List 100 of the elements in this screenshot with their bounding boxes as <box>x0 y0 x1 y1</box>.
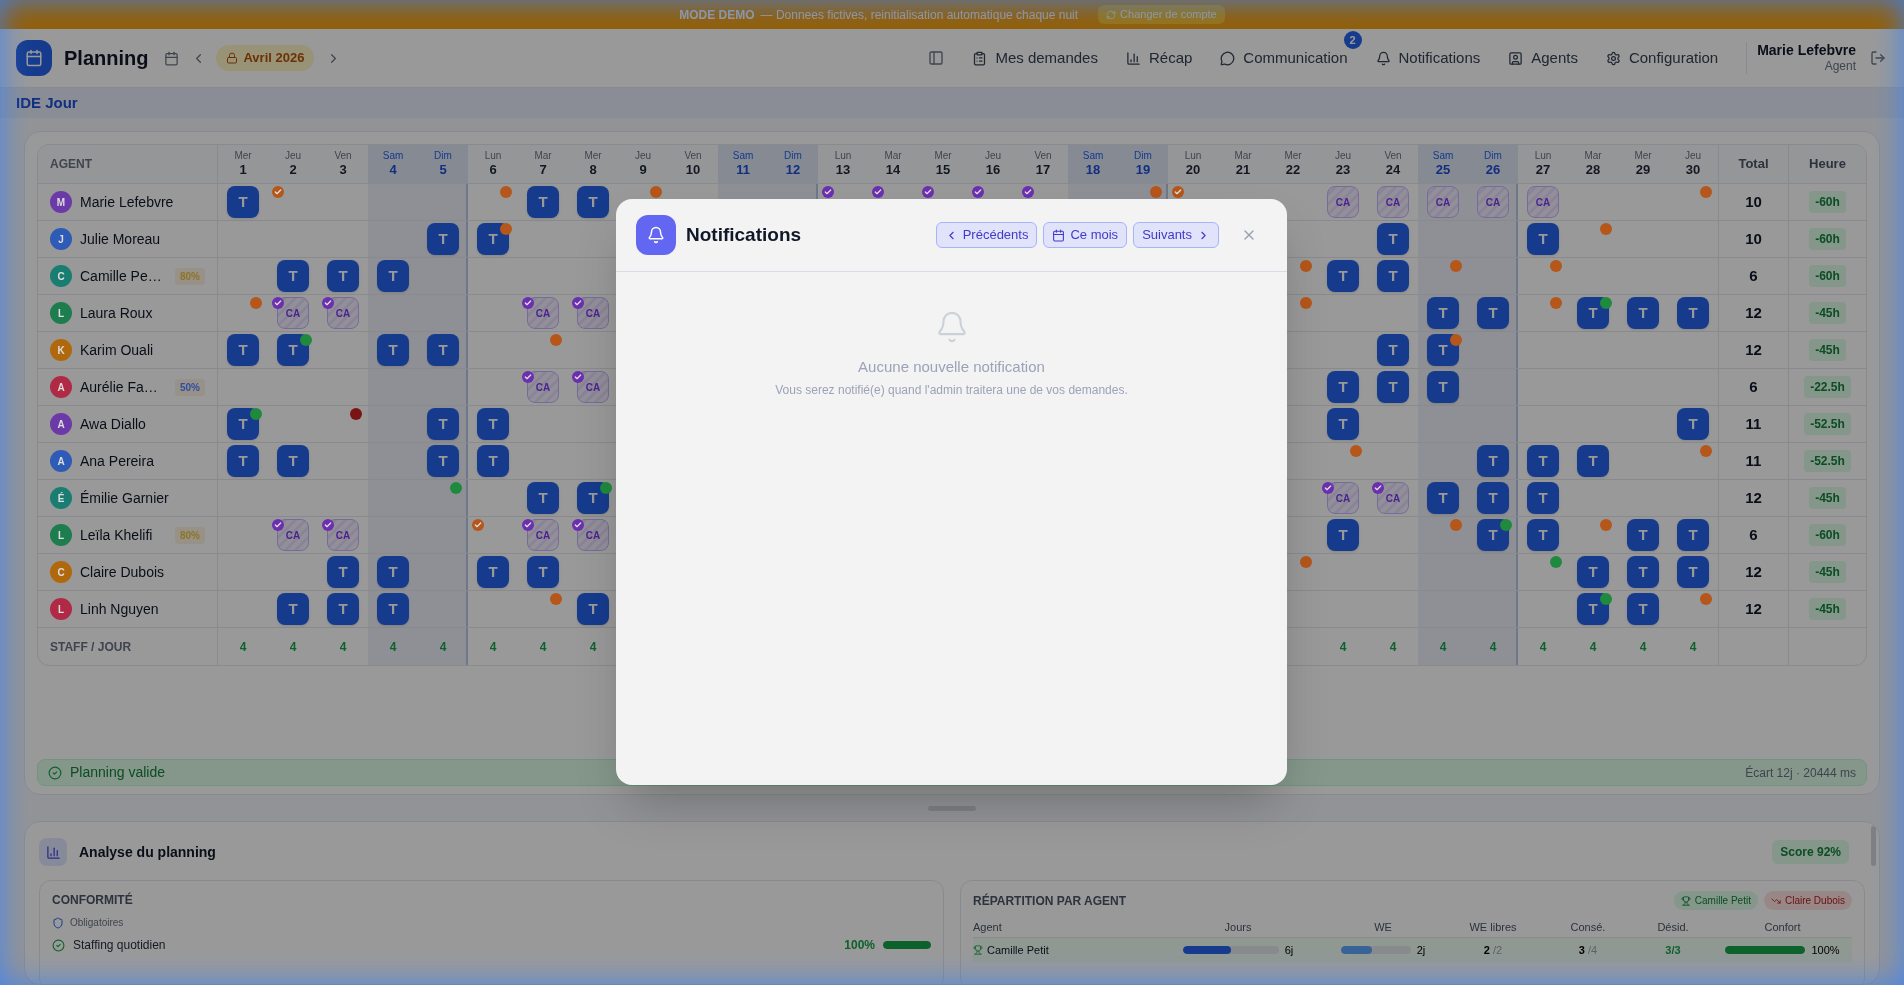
leave-chip[interactable]: CA <box>327 297 359 329</box>
leave-chip[interactable]: CA <box>527 519 559 551</box>
shift-chip[interactable]: T <box>277 445 309 477</box>
shift-chip[interactable]: T <box>1627 297 1659 329</box>
shift-chip[interactable]: T <box>1677 556 1709 588</box>
shift-chip[interactable]: T <box>1577 556 1609 588</box>
nav-link[interactable]: Mes demandes <box>972 46 1098 70</box>
shift-chip[interactable]: T <box>477 445 509 477</box>
leave-chip[interactable]: CA <box>577 519 609 551</box>
agent-name: Ana Pereira <box>80 451 154 471</box>
shift-chip[interactable]: T <box>427 408 459 440</box>
leave-chip[interactable]: CA <box>277 297 309 329</box>
leave-chip[interactable]: CA <box>1427 186 1459 218</box>
day-number: 9 <box>639 162 647 179</box>
leave-chip[interactable]: CA <box>1327 482 1359 514</box>
shift-chip[interactable]: T <box>1527 445 1559 477</box>
shift-chip[interactable]: T <box>277 260 309 292</box>
shift-chip[interactable]: T <box>1377 371 1409 403</box>
shift-chip[interactable]: T <box>1527 482 1559 514</box>
shift-chip[interactable]: T <box>577 593 609 625</box>
shift-chip[interactable]: T <box>1677 519 1709 551</box>
shift-chip[interactable]: T <box>1377 334 1409 366</box>
shift-chip[interactable]: T <box>1577 445 1609 477</box>
shift-chip[interactable]: T <box>1477 445 1509 477</box>
banner-message: — Donnees fictives, reinitialisation automatique chaque nuit <box>760 6 1079 24</box>
month-pill[interactable]: Avril 2026 <box>216 45 315 71</box>
card-title: CONFORMITÉ <box>52 891 134 909</box>
shift-chip[interactable]: T <box>377 556 409 588</box>
avatar: L <box>50 302 72 324</box>
weekday-label: Sam <box>382 149 404 163</box>
section-title: Analyse du planning <box>79 842 216 862</box>
shift-chip[interactable]: T <box>1527 519 1559 551</box>
leave-chip[interactable]: CA <box>1477 186 1509 218</box>
column-heading: AGENT <box>50 156 92 173</box>
shift-chip[interactable]: T <box>377 593 409 625</box>
shift-chip[interactable]: T <box>227 445 259 477</box>
shift-chip[interactable]: T <box>1427 297 1459 329</box>
period-button[interactable]: Suivants <box>1133 222 1219 248</box>
shift-chip[interactable]: T <box>277 593 309 625</box>
day-number: 25 <box>1435 162 1451 179</box>
shift-chip[interactable]: T <box>527 186 559 218</box>
shift-chip[interactable]: T <box>1477 482 1509 514</box>
leave-chip[interactable]: CA <box>1527 186 1559 218</box>
status-detail: Écart 12j · 20444 ms <box>1745 764 1856 782</box>
shift-chip[interactable]: T <box>1477 519 1509 551</box>
period-button[interactable]: Précédents <box>935 222 1038 248</box>
shift-chip[interactable]: T <box>1677 297 1709 329</box>
shift-chip[interactable]: T <box>427 445 459 477</box>
leave-chip[interactable]: CA <box>1377 186 1409 218</box>
shift-chip[interactable]: T <box>1327 408 1359 440</box>
shift-chip[interactable]: T <box>377 260 409 292</box>
nav-link[interactable]: Configuration <box>1605 46 1719 70</box>
leave-chip[interactable]: CA <box>527 371 559 403</box>
day-number: 11 <box>736 162 750 179</box>
leave-chip[interactable]: CA <box>1377 482 1409 514</box>
leave-chip[interactable]: CA <box>327 519 359 551</box>
shift-chip[interactable]: T <box>227 334 259 366</box>
leave-chip[interactable]: CA <box>577 297 609 329</box>
weekday-label: Dim <box>1484 149 1502 163</box>
leave-chip[interactable]: CA <box>577 371 609 403</box>
shift-chip[interactable]: T <box>527 556 559 588</box>
shift-chip[interactable]: T <box>1327 371 1359 403</box>
shift-chip[interactable]: T <box>227 186 259 218</box>
shift-chip[interactable]: T <box>1627 556 1659 588</box>
shift-chip[interactable]: T <box>477 408 509 440</box>
shift-chip[interactable]: T <box>1477 297 1509 329</box>
weekday-label: Mar <box>534 149 552 163</box>
shift-chip[interactable]: T <box>477 556 509 588</box>
rate-tag: 80% <box>175 526 205 544</box>
agent-name: Émilie Garnier <box>80 488 169 508</box>
shift-chip[interactable]: T <box>1327 260 1359 292</box>
shift-chip[interactable]: T <box>377 334 409 366</box>
staff-count: 4 <box>1339 638 1347 656</box>
leave-chip[interactable]: CA <box>277 519 309 551</box>
shift-chip[interactable]: T <box>1377 223 1409 255</box>
shift-chip[interactable]: T <box>1627 593 1659 625</box>
leave-chip[interactable]: CA <box>527 297 559 329</box>
shift-chip[interactable]: T <box>1427 482 1459 514</box>
shift-chip[interactable]: T <box>1327 519 1359 551</box>
shift-chip[interactable]: T <box>1377 260 1409 292</box>
shift-chip[interactable]: T <box>327 260 359 292</box>
period-button[interactable]: Ce mois <box>1043 222 1128 248</box>
shift-chip[interactable]: T <box>1527 223 1559 255</box>
nav-link[interactable]: Agents <box>1508 46 1578 70</box>
shift-chip[interactable]: T <box>527 482 559 514</box>
user-role: Agent <box>1824 59 1856 75</box>
shift-chip[interactable]: T <box>327 556 359 588</box>
nav-link[interactable]: Récap <box>1125 46 1193 70</box>
nav-link[interactable]: Communication <box>1220 46 1348 70</box>
leave-chip[interactable]: CA <box>1327 186 1359 218</box>
shift-chip[interactable]: T <box>1427 371 1459 403</box>
column-heading: WE libres <box>1469 920 1517 936</box>
shift-chip[interactable]: T <box>327 593 359 625</box>
nav-link[interactable]: Notifications <box>1375 46 1481 70</box>
shift-chip[interactable]: T <box>427 334 459 366</box>
shift-chip[interactable]: T <box>1427 334 1459 366</box>
shift-chip[interactable]: T <box>427 223 459 255</box>
shift-chip[interactable]: T <box>577 186 609 218</box>
shift-chip[interactable]: T <box>1677 408 1709 440</box>
shift-chip[interactable]: T <box>1627 519 1659 551</box>
